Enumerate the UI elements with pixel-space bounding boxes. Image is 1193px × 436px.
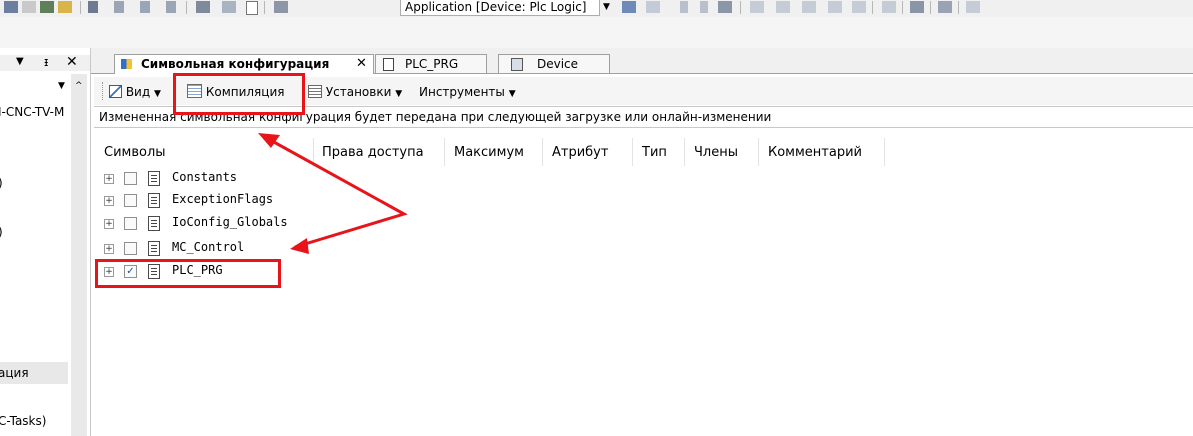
- annotation-arrows: [258, 133, 408, 254]
- arrow-head-up-icon: [258, 133, 280, 148]
- annotation-arrow-line: [262, 134, 408, 249]
- arrow-head-down-icon: [290, 238, 309, 254]
